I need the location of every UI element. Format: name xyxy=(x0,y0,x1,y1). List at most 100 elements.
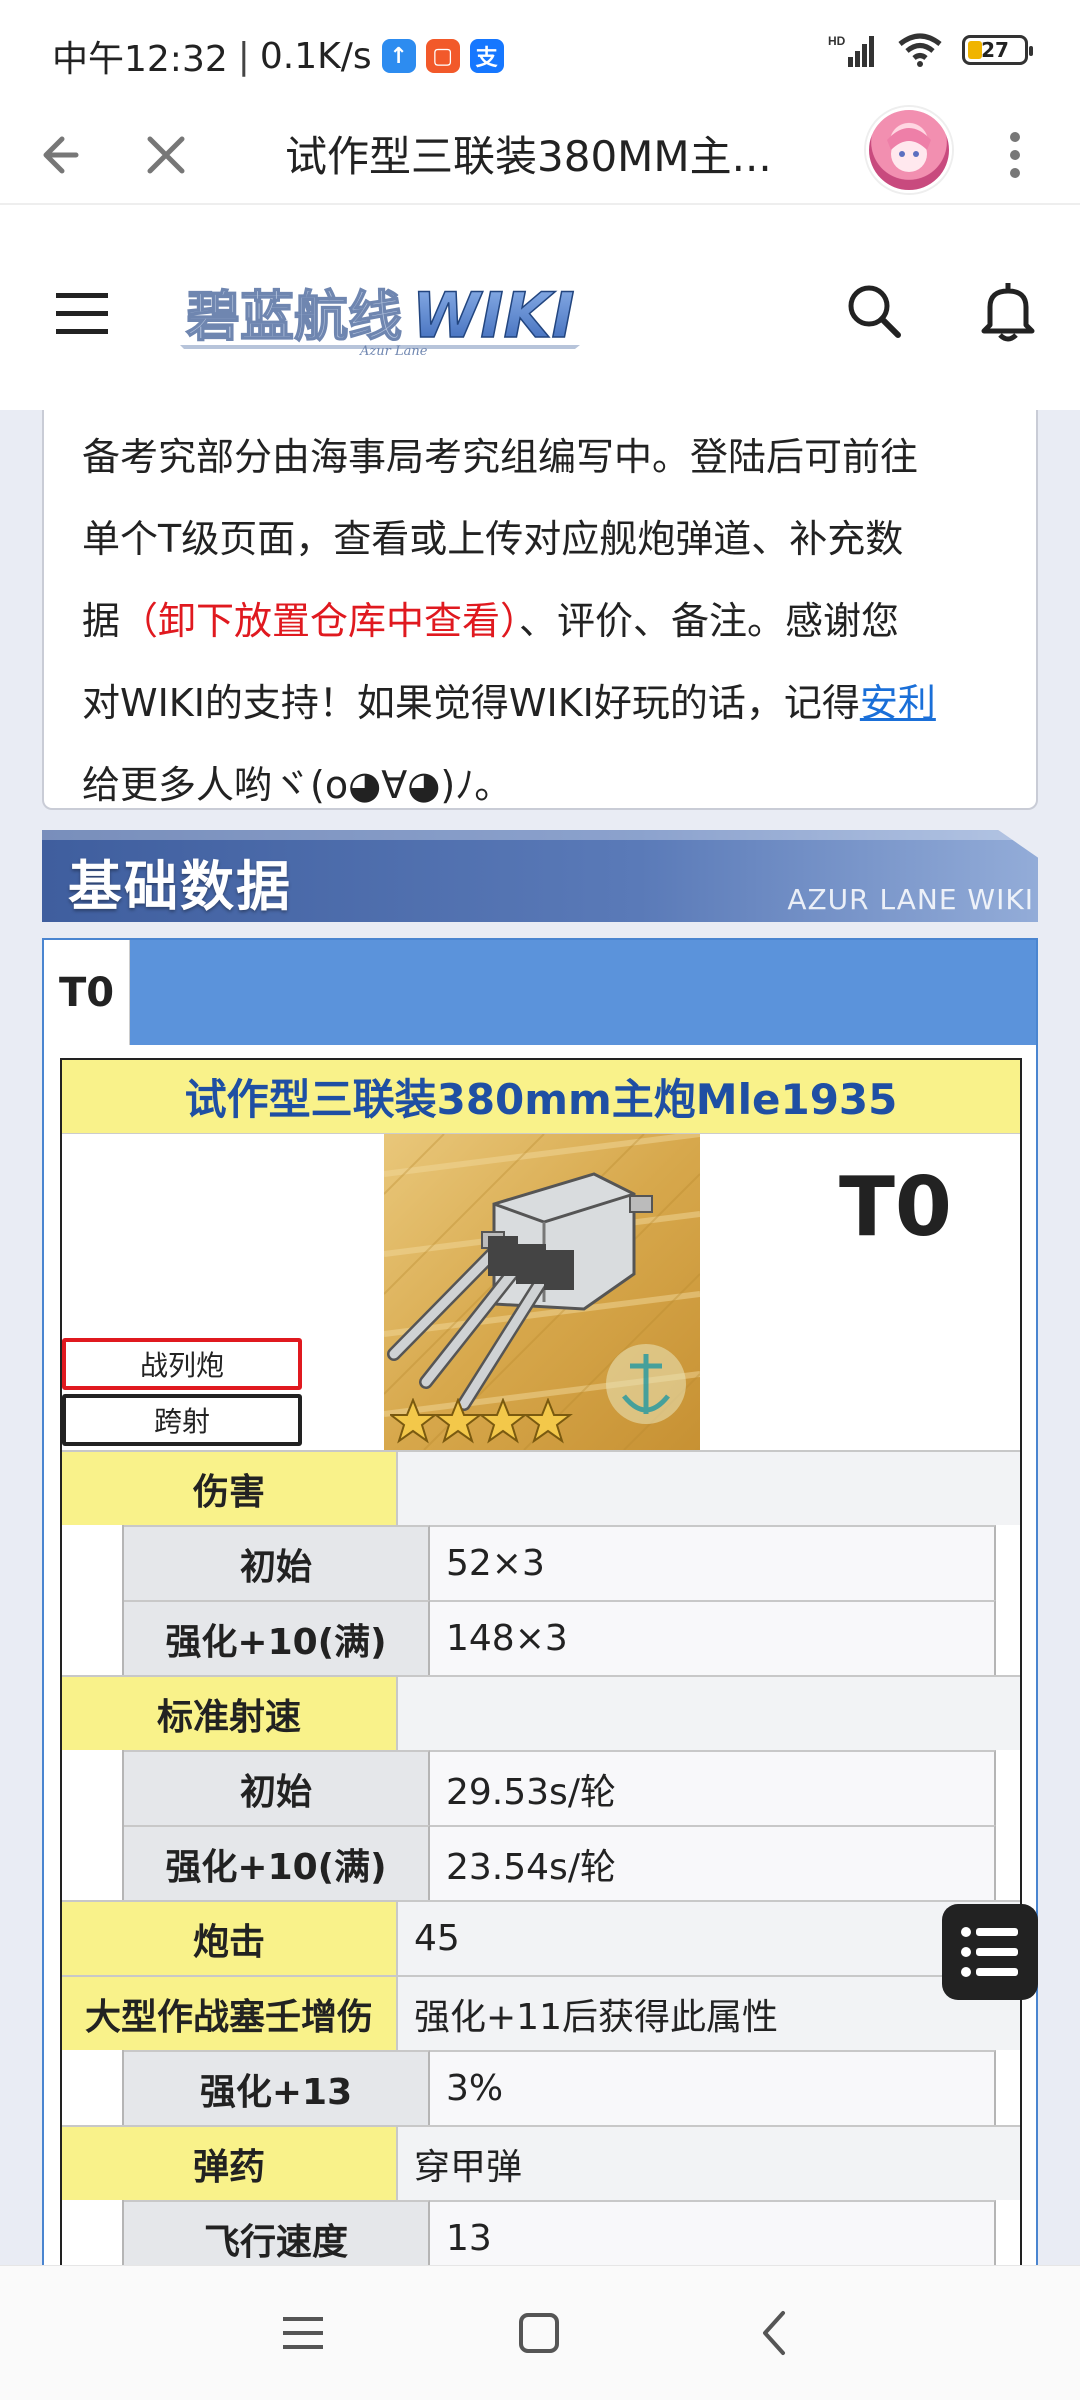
stat-subvalue: 148×3 xyxy=(430,1600,996,1675)
equipment-hero: 战列炮 跨射 T0 xyxy=(62,1134,1020,1450)
network-speed: 0.1K/s xyxy=(259,35,372,77)
notice-line: 对WIKI的支持！如果觉得WIKI好玩的话，记得安利 xyxy=(82,662,1000,744)
type-tag[interactable]: 战列炮 xyxy=(62,1338,302,1390)
notice-line: 据（卸下放置仓库中查看）、评价、备注。感谢您 xyxy=(82,580,1000,662)
stat-subrow: 初始 52×3 xyxy=(62,1525,1020,1600)
back-chevron-icon xyxy=(763,2311,785,2355)
list-menu-icon xyxy=(961,1927,1018,1977)
avatar-face-icon xyxy=(887,128,931,172)
stat-subrow: 强化+13 3% xyxy=(62,2050,1020,2125)
stat-label: 标准射速 xyxy=(62,1677,398,1750)
stat-subvalue: 3% xyxy=(430,2050,996,2125)
stat-subrow: 初始 29.53s/轮 xyxy=(62,1750,1020,1825)
stat-label: 炮击 xyxy=(62,1902,398,1975)
status-right: HD 27 xyxy=(828,32,1033,68)
more-vert-icon[interactable] xyxy=(1000,127,1030,183)
stat-subvalue: 52×3 xyxy=(430,1525,996,1600)
signal-icon: HD xyxy=(828,34,874,67)
logo-graphic: 碧蓝航线 WIKI Azur Lane xyxy=(180,278,580,359)
orange-app-icon: ▢ xyxy=(425,39,460,73)
stat-subvalue: 13 xyxy=(430,2200,996,2265)
stat-sublabel: 强化+10(满) xyxy=(124,1825,430,1900)
bell-icon[interactable] xyxy=(980,279,1036,343)
notice-red-text: （卸下放置仓库中查看） xyxy=(120,599,520,643)
section-title: 基础数据 xyxy=(68,855,292,918)
browser-toolbar: 试作型三联装380MM主... xyxy=(0,105,1080,205)
rarity-stars-icon xyxy=(390,1398,573,1444)
status-bar: 中午12:32 | 0.1K/s ↑ ▢ 支 HD 27 xyxy=(0,0,1080,105)
stat-row-rate: 标准射速 xyxy=(62,1675,1020,1750)
stat-subrow: 强化+10(满) 23.54s/轮 xyxy=(62,1825,1020,1900)
stat-subvalue: 23.54s/轮 xyxy=(430,1825,996,1900)
stat-row-ammo: 弹药 穿甲弹 xyxy=(62,2125,1020,2200)
stat-subrow: 强化+10(满) 148×3 xyxy=(62,1600,1020,1675)
banner-stripe xyxy=(42,830,1038,840)
upload-app-icon: ↑ xyxy=(381,39,416,73)
stat-label: 大型作战塞壬增伤 xyxy=(62,1977,398,2050)
indent xyxy=(62,2200,124,2265)
svg-text:Azur Lane: Azur Lane xyxy=(359,344,428,355)
banner-watermark: AZUR LANE WIKI xyxy=(787,883,1034,916)
battery-fill xyxy=(968,41,982,59)
search-icon[interactable] xyxy=(844,281,904,341)
menu-button[interactable] xyxy=(268,2298,338,2368)
avatar[interactable] xyxy=(866,107,952,193)
stat-row-siege: 大型作战塞壬增伤 强化+11后获得此属性 xyxy=(62,1975,1020,2050)
section-banner: 基础数据 AZUR LANE WIKI xyxy=(42,830,1038,922)
home-button[interactable] xyxy=(504,2298,574,2368)
back-arrow-icon[interactable] xyxy=(28,127,84,183)
indent xyxy=(62,1525,124,1600)
indent xyxy=(62,1825,124,1900)
stat-label: 伤害 xyxy=(62,1452,398,1525)
wifi-icon xyxy=(898,33,942,67)
tab-bar: T0 xyxy=(44,940,1036,1045)
page-title: 试作型三联装380MM主... xyxy=(285,132,772,181)
indent xyxy=(62,1750,124,1825)
equipment-name: 试作型三联装380mm主炮Mle1935 xyxy=(62,1060,1020,1134)
stat-sublabel: 初始 xyxy=(124,1525,430,1600)
tier-label: T0 xyxy=(839,1160,952,1255)
stats-table: 伤害 初始 52×3 强化+10(满) 148×3 标准射速 初始 29.53s… xyxy=(62,1450,1020,2265)
home-square-icon xyxy=(519,2313,559,2353)
tab-t0[interactable]: T0 xyxy=(44,940,130,1045)
stat-row-damage: 伤害 xyxy=(62,1450,1020,1525)
stat-subrow: 飞行速度 13 xyxy=(62,2200,1020,2265)
stat-value xyxy=(398,1677,1020,1750)
stat-value xyxy=(398,1452,1020,1525)
notice-box: 备考究部分由海事局考究组编写中。登陆后可前往 单个T级页面，查看或上传对应舰炮弹… xyxy=(42,410,1038,810)
range-tag[interactable]: 跨射 xyxy=(62,1394,302,1446)
floating-menu-button[interactable] xyxy=(942,1904,1038,2000)
stat-sublabel: 初始 xyxy=(124,1750,430,1825)
stat-value: 强化+11后获得此属性 xyxy=(398,1977,1020,2050)
notice-text: 、评价、备注。感谢您 xyxy=(519,599,900,643)
share-link[interactable]: 安利 xyxy=(860,681,936,725)
indent xyxy=(62,2050,124,2125)
indent xyxy=(62,1600,124,1675)
back-button[interactable] xyxy=(740,2298,810,2368)
svg-text:碧蓝航线: 碧蓝航线 xyxy=(186,285,402,348)
status-left: 中午12:32 | 0.1K/s ↑ ▢ 支 xyxy=(52,30,504,82)
svg-text:WIKI: WIKI xyxy=(412,279,575,352)
svg-text:HD: HD xyxy=(828,34,846,48)
stat-value: 穿甲弹 xyxy=(398,2127,1020,2200)
menu-icon xyxy=(283,2317,323,2349)
alipay-icon: 支 xyxy=(469,39,504,73)
equipment-card: 试作型三联装380mm主炮Mle1935 战列炮 跨射 T0 伤害 初始 52×… xyxy=(60,1058,1022,2265)
system-nav-bar xyxy=(0,2265,1080,2400)
site-logo[interactable]: 碧蓝航线 WIKI Azur Lane xyxy=(180,275,590,359)
notice-line: 单个T级页面，查看或上传对应舰炮弹道、补充数 xyxy=(82,517,904,561)
close-icon[interactable] xyxy=(140,129,192,181)
stat-label: 弹药 xyxy=(62,2127,398,2200)
hamburger-menu-icon[interactable] xyxy=(56,291,108,335)
stat-sublabel: 强化+13 xyxy=(124,2050,430,2125)
tier-tabs: T0 试作型三联装380mm主炮Mle1935 战列炮 跨射 T0 伤害 初始 … xyxy=(42,938,1038,2265)
stat-subvalue: 29.53s/轮 xyxy=(430,1750,996,1825)
notice-line: 给更多人哟ヾ(o◕∀◕)ﾉ。 xyxy=(82,763,513,807)
notice-line: 备考究部分由海事局考究组编写中。登陆后可前往 xyxy=(82,435,919,479)
stat-sublabel: 飞行速度 xyxy=(124,2200,430,2265)
stat-value: 45 xyxy=(398,1902,1020,1975)
battery-level: 27 xyxy=(981,38,1009,62)
site-header: 碧蓝航线 WIKI Azur Lane xyxy=(0,205,1080,410)
stat-row-firepower: 炮击 45 xyxy=(62,1900,1020,1975)
content-area: 备考究部分由海事局考究组编写中。登陆后可前往 单个T级页面，查看或上传对应舰炮弹… xyxy=(0,410,1080,2265)
